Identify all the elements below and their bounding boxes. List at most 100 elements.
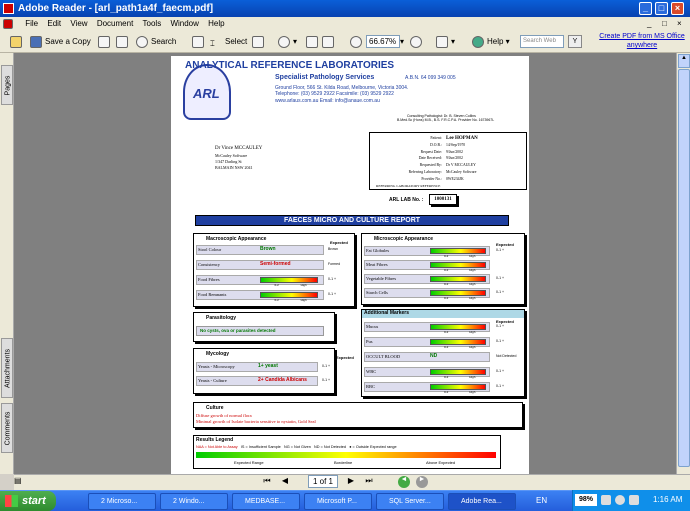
menu-edit[interactable]: Edit bbox=[47, 19, 61, 28]
first-page-icon[interactable]: ⏮ bbox=[260, 476, 274, 489]
doc-close-button[interactable]: × bbox=[677, 17, 682, 31]
culture-panel: Culture Diffuse growth of normal flora M… bbox=[193, 402, 523, 428]
menu-window[interactable]: Window bbox=[170, 19, 198, 28]
back-icon[interactable]: ◄ bbox=[398, 476, 410, 488]
patient-field-label: Request Date: bbox=[420, 149, 442, 154]
macroscopic-expected-header: Expected bbox=[330, 240, 348, 245]
taskbar-item-windows[interactable]: 2 Windo... bbox=[160, 493, 228, 510]
result-bar bbox=[430, 369, 486, 375]
doctor-address-2: BALMAIN NSW 2041 bbox=[215, 165, 253, 170]
create-pdf-link[interactable]: Create PDF from MS Office anywhere bbox=[596, 32, 688, 51]
taskbar-item-adobe-reader[interactable]: Adobe Rea... bbox=[448, 493, 516, 510]
zoom-level-input[interactable]: 66.67% bbox=[366, 35, 400, 48]
minimize-button[interactable]: _ bbox=[639, 2, 652, 15]
help-button[interactable]: Help ▾ bbox=[472, 34, 510, 50]
email-button[interactable] bbox=[116, 34, 131, 50]
zoom-in-button[interactable] bbox=[410, 34, 425, 50]
page-number-input[interactable]: 1 of 1 bbox=[308, 475, 338, 488]
patient-field-value: 9/Jun/2002 bbox=[446, 156, 463, 161]
menu-help[interactable]: Help bbox=[208, 19, 224, 28]
taskbar-item-medbase[interactable]: MEDBASE... bbox=[232, 493, 300, 510]
tray-icon-3[interactable] bbox=[629, 495, 639, 505]
windows-flag-icon bbox=[5, 495, 18, 507]
zoom-dropdown-button[interactable]: ▾ bbox=[400, 34, 404, 50]
lab-no-label: ARL LAB No. : bbox=[389, 197, 424, 203]
macroscopic-row-label: Stool Colour bbox=[198, 247, 222, 252]
search-button[interactable]: Search bbox=[136, 34, 176, 50]
zoom-tool-button[interactable]: ▾ bbox=[278, 34, 297, 50]
microscopic-row-expected: 0-1 + bbox=[496, 276, 505, 280]
taskbar-item-microsoft[interactable]: 2 Microso... bbox=[88, 493, 156, 510]
doc-restore-button[interactable]: □ bbox=[662, 17, 667, 31]
email-icon bbox=[116, 35, 128, 48]
result-bar bbox=[260, 277, 318, 283]
forward-icon[interactable]: ► bbox=[416, 476, 428, 488]
results-legend: Results Legend NAA = Not Able to Assay I… bbox=[193, 435, 501, 469]
tray-icon-2[interactable] bbox=[615, 495, 625, 505]
snapshot-button[interactable] bbox=[252, 34, 267, 50]
additional-row-value: ND bbox=[430, 353, 438, 359]
menu-document[interactable]: Document bbox=[97, 19, 133, 28]
microscopic-row-label: Fat Globules bbox=[366, 248, 390, 253]
rotate-button[interactable]: ▾ bbox=[436, 34, 455, 50]
bar-low-label: 0-2 bbox=[444, 268, 449, 272]
tab-pages-label: Pages bbox=[4, 75, 12, 96]
taskbar-item-powerpoint[interactable]: Microsoft P... bbox=[304, 493, 372, 510]
culture-line-2: Minimal growth of Isolate bacteria sensi… bbox=[196, 419, 316, 424]
hand-tool-button[interactable] bbox=[192, 34, 207, 50]
additional-row-expected: 0-1 + bbox=[496, 339, 505, 343]
open-button[interactable] bbox=[10, 34, 25, 50]
bar-high-label: High bbox=[469, 375, 476, 379]
document-view[interactable]: ARL ANALYTICAL REFERENCE LABORATORIES Sp… bbox=[14, 53, 676, 474]
patient-field-label: Patient: bbox=[430, 136, 442, 140]
actual-size-button[interactable] bbox=[306, 34, 321, 50]
close-button[interactable]: × bbox=[671, 2, 684, 15]
menu-tools[interactable]: Tools bbox=[143, 19, 162, 28]
collapse-icon[interactable]: ▤ bbox=[14, 476, 28, 489]
start-button[interactable]: start bbox=[0, 491, 56, 511]
lab-abn: A.B.N. 64 099 349 005 bbox=[405, 75, 456, 81]
culture-line-1: Diffuse growth of normal flora bbox=[196, 413, 252, 418]
search-web-go-icon[interactable]: Y bbox=[568, 35, 582, 48]
bar-low-label: 0-2 bbox=[274, 298, 279, 302]
taskbar-item-sql-server[interactable]: SQL Server... bbox=[376, 493, 444, 510]
last-page-icon[interactable]: ⏭ bbox=[362, 476, 376, 489]
bar-high-label: High bbox=[469, 330, 476, 334]
tab-pages[interactable]: Pages bbox=[1, 65, 13, 105]
doc-minimize-button[interactable]: _ bbox=[647, 17, 651, 31]
parasitology-title: Parasitology bbox=[206, 315, 237, 321]
tray-icon-1[interactable] bbox=[601, 495, 611, 505]
language-indicator[interactable]: EN bbox=[536, 496, 547, 505]
search-web-input[interactable]: Search Web bbox=[520, 35, 564, 48]
print-button[interactable] bbox=[98, 34, 113, 50]
window-title: Adobe Reader - [arl_path1a4f_faecm.pdf] bbox=[18, 3, 214, 14]
actual-size-icon bbox=[306, 35, 318, 48]
scroll-up-icon[interactable]: ▲ bbox=[678, 54, 690, 68]
previous-page-icon[interactable]: ◀ bbox=[278, 476, 292, 489]
next-page-icon[interactable]: ▶ bbox=[344, 476, 358, 489]
macroscopic-row-label: Consistency bbox=[198, 262, 220, 267]
tab-comments[interactable]: Comments bbox=[1, 403, 13, 453]
vertical-scrollbar[interactable]: ▲ bbox=[676, 53, 690, 474]
patient-field-value: McCauley Software bbox=[446, 170, 477, 174]
battery-level: 98% bbox=[575, 494, 597, 506]
save-copy-button[interactable]: Save a Copy bbox=[30, 34, 91, 50]
microscopic-panel: Microscopic Appearance Expected Fat Glob… bbox=[361, 233, 525, 305]
title-bar: Adobe Reader - [arl_path1a4f_faecm.pdf] … bbox=[0, 0, 690, 17]
arl-logo-text: ARL bbox=[193, 86, 220, 101]
menu-file[interactable]: File bbox=[25, 19, 38, 28]
additional-row-expected: 0-1 + bbox=[496, 369, 505, 373]
lab-web: www.arlaus.com.au Email: info@anaue.com.… bbox=[275, 98, 380, 104]
macroscopic-title: Macroscopic Appearance bbox=[206, 236, 267, 242]
zoom-in-icon bbox=[278, 35, 290, 48]
menu-view[interactable]: View bbox=[70, 19, 87, 28]
scrollbar-thumb[interactable] bbox=[678, 69, 690, 467]
maximize-button[interactable]: □ bbox=[655, 2, 668, 15]
fit-page-button[interactable] bbox=[322, 34, 337, 50]
result-bar bbox=[430, 248, 486, 254]
microscopic-expected-header: Expected bbox=[496, 242, 514, 247]
zoom-out-button[interactable] bbox=[350, 34, 365, 50]
tab-attachments[interactable]: Attachments bbox=[1, 338, 13, 398]
select-tool-button[interactable]: ⌶ Select bbox=[210, 34, 247, 50]
mycology-row-value: 2+ Candida Albicans bbox=[258, 377, 307, 383]
